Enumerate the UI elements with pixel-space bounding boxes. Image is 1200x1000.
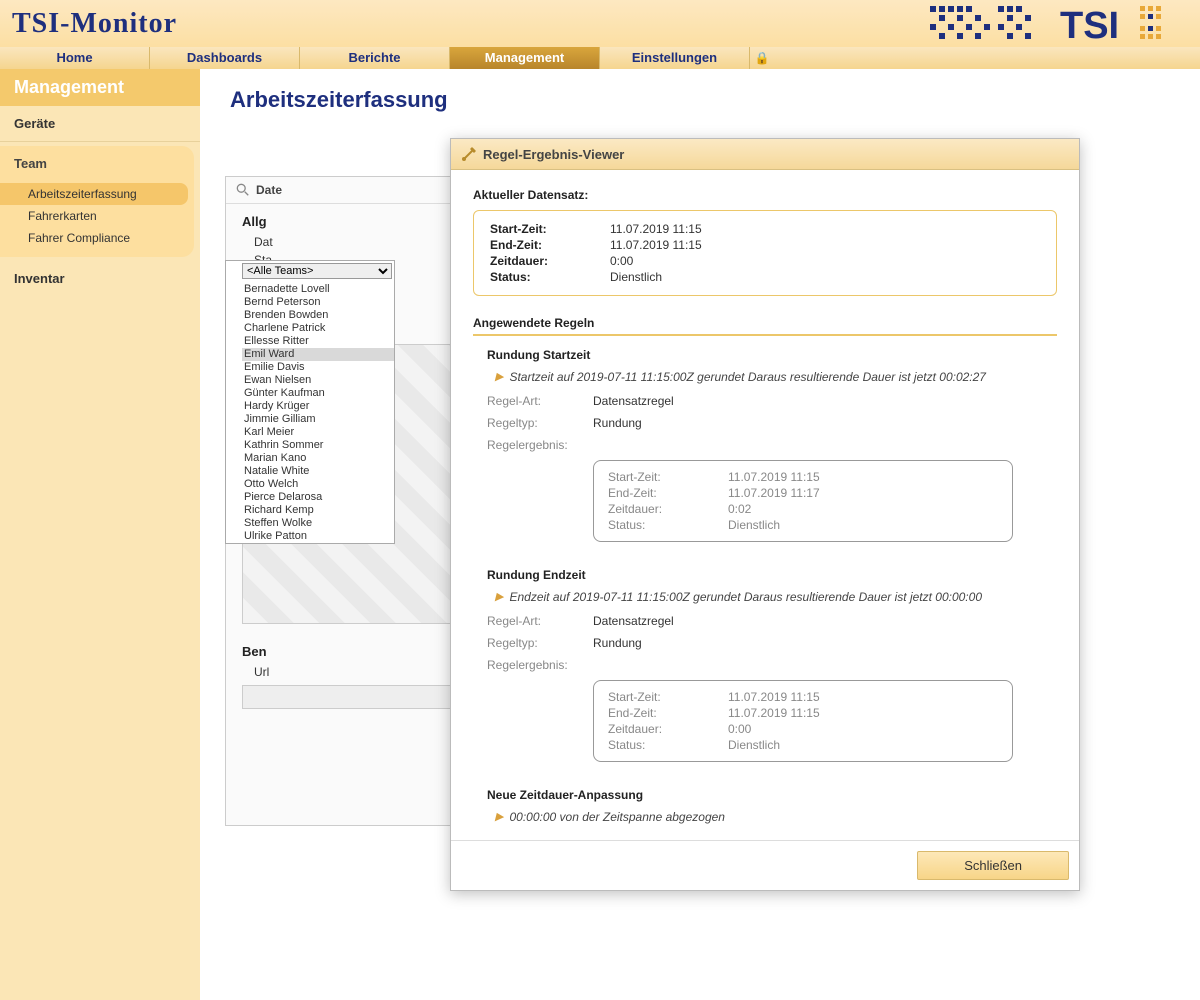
page-title: Arbeitszeiterfassung xyxy=(230,87,1170,113)
val-status: Dienstlich xyxy=(610,269,662,285)
driver-list-item[interactable]: Ulrike Patton xyxy=(242,530,394,543)
svg-text:TSI: TSI xyxy=(1060,5,1119,44)
driver-list-item[interactable]: Marian Kano xyxy=(242,452,394,465)
rule2-msg: ▶ Endzeit auf 2019-07-11 11:15:00Z gerund… xyxy=(473,590,1057,604)
driver-list-item[interactable]: Pierce Delarosa xyxy=(242,491,394,504)
rule3-msg-text: 00:00:00 von der Zeitspanne abgezogen xyxy=(509,810,725,824)
driver-list-item[interactable]: Bernd Peterson xyxy=(242,296,394,309)
tools-icon xyxy=(461,146,477,162)
app-logo: TSI-Monitor xyxy=(12,8,177,40)
driver-list-item[interactable]: Kathrin Sommer xyxy=(242,439,394,452)
rule2-erg-lbl: Regelergebnis: xyxy=(487,658,593,672)
arrow-icon: ▶ xyxy=(495,590,503,603)
brand-logo-right: TSI xyxy=(930,4,1190,44)
modal-body[interactable]: Aktueller Datensatz: Start-Zeit:11.07.20… xyxy=(451,170,1079,840)
driver-list-item[interactable]: Charlene Patrick xyxy=(242,322,394,335)
rule-result-viewer-modal: Regel-Ergebnis-Viewer Aktueller Datensat… xyxy=(450,138,1080,891)
rule2-typ-lbl: Regeltyp: xyxy=(487,636,593,650)
nav-einstellungen[interactable]: Einstellungen xyxy=(600,47,750,69)
rule3-title: Neue Zeitdauer-Anpassung xyxy=(473,788,1057,802)
current-dataset-label: Aktueller Datensatz: xyxy=(473,188,1057,202)
lbl-dur: Zeitdauer: xyxy=(490,253,610,269)
driver-list-item[interactable]: Emil Ward xyxy=(242,348,394,361)
sidebar-item-compliance[interactable]: Fahrer Compliance xyxy=(0,227,188,249)
modal-footer: Schließen xyxy=(451,840,1079,890)
sidebar: Management Geräte Team Arbeitszeiterfass… xyxy=(0,69,200,1000)
nav-management[interactable]: Management xyxy=(450,47,600,69)
rule1-typ-lbl: Regeltyp: xyxy=(487,416,593,430)
rule2-art-lbl: Regel-Art: xyxy=(487,614,593,628)
driver-list-item[interactable]: Steffen Wolke xyxy=(242,517,394,530)
modal-title-text: Regel-Ergebnis-Viewer xyxy=(483,147,624,162)
bg-head-text: Date xyxy=(256,183,282,197)
app-header: TSI-Monitor TSI xyxy=(0,0,1200,47)
driver-list-item[interactable]: Ellesse Ritter xyxy=(242,335,394,348)
rule1-erg-lbl: Regelergebnis: xyxy=(487,438,593,452)
sidebar-title: Management xyxy=(0,69,200,106)
lbl-start: Start-Zeit: xyxy=(490,221,610,237)
rule2-result-box: Start-Zeit:11.07.2019 11:15 End-Zeit:11.… xyxy=(593,680,1013,762)
sidebar-head-inventar[interactable]: Inventar xyxy=(0,261,200,296)
rule3-msg: ▶ 00:00:00 von der Zeitspanne abgezogen xyxy=(473,810,1057,824)
lbl-status: Status: xyxy=(490,269,610,285)
rule2-msg-text: Endzeit auf 2019-07-11 11:15:00Z gerunde… xyxy=(509,590,982,604)
driver-list-item[interactable]: Jimmie Gilliam xyxy=(242,413,394,426)
driver-list-item[interactable]: Hardy Krüger xyxy=(242,400,394,413)
driver-list-item[interactable]: Otto Welch xyxy=(242,478,394,491)
val-start: 11.07.2019 11:15 xyxy=(610,221,702,237)
nav-berichte[interactable]: Berichte xyxy=(300,47,450,69)
rule2-typ-val: Rundung xyxy=(593,636,642,650)
rule1-art-val: Datensatzregel xyxy=(593,394,674,408)
nav-dashboards[interactable]: Dashboards xyxy=(150,47,300,69)
sidebar-item-fahrerkarten[interactable]: Fahrerkarten xyxy=(0,205,188,227)
rule1-art-lbl: Regel-Art: xyxy=(487,394,593,408)
arrow-icon: ▶ xyxy=(495,810,503,823)
lbl-end: End-Zeit: xyxy=(490,237,610,253)
modal-title-bar: Regel-Ergebnis-Viewer xyxy=(451,139,1079,170)
sidebar-section-geraete[interactable]: Geräte xyxy=(0,106,200,142)
rule1-typ-val: Rundung xyxy=(593,416,642,430)
nav-home[interactable]: Home xyxy=(0,47,150,69)
rule1-result-box: Start-Zeit:11.07.2019 11:15 End-Zeit:11.… xyxy=(593,460,1013,542)
rule1-msg-text: Startzeit auf 2019-07-11 11:15:00Z gerun… xyxy=(509,370,986,384)
rule1-msg: ▶ Startzeit auf 2019-07-11 11:15:00Z geru… xyxy=(473,370,1057,384)
search-icon xyxy=(236,183,250,197)
filter-panel: <Alle Teams> Bernadette LovellBernd Pete… xyxy=(225,260,395,544)
driver-list-item[interactable]: Karl Meier xyxy=(242,426,394,439)
rules-heading: Angewendete Regeln xyxy=(473,316,1057,336)
team-filter-select[interactable]: <Alle Teams> xyxy=(242,263,392,279)
driver-list-item[interactable]: Günter Kaufman xyxy=(242,387,394,400)
driver-list-item[interactable]: Emilie Davis xyxy=(242,361,394,374)
sidebar-section-inventar[interactable]: Inventar xyxy=(0,261,200,296)
top-nav: Home Dashboards Berichte Management Eins… xyxy=(0,47,1200,69)
driver-list-item[interactable]: Brenden Bowden xyxy=(242,309,394,322)
rule1-title: Rundung Startzeit xyxy=(473,348,1057,362)
sidebar-item-arbeitszeit[interactable]: Arbeitszeiterfassung xyxy=(0,183,188,205)
current-dataset-box: Start-Zeit:11.07.2019 11:15 End-Zeit:11.… xyxy=(473,210,1057,296)
rule2-title: Rundung Endzeit xyxy=(473,568,1057,582)
driver-name-list: Bernadette LovellBernd PetersonBrenden B… xyxy=(242,283,394,543)
driver-list-item[interactable]: Ewan Nielsen xyxy=(242,374,394,387)
lock-icon[interactable]: 🔒 xyxy=(750,51,774,65)
driver-list-item[interactable]: Bernadette Lovell xyxy=(242,283,394,296)
val-dur: 0:00 xyxy=(610,253,633,269)
sidebar-section-team: Team Arbeitszeiterfassung Fahrerkarten F… xyxy=(0,146,194,257)
sidebar-head-geraete[interactable]: Geräte xyxy=(0,106,200,141)
driver-list-item[interactable]: Natalie White xyxy=(242,465,394,478)
rule2-art-val: Datensatzregel xyxy=(593,614,674,628)
close-button[interactable]: Schließen xyxy=(917,851,1069,880)
val-end: 11.07.2019 11:15 xyxy=(610,237,702,253)
sidebar-head-team[interactable]: Team xyxy=(0,146,194,181)
arrow-icon: ▶ xyxy=(495,370,503,383)
driver-list-item[interactable]: Richard Kemp xyxy=(242,504,394,517)
